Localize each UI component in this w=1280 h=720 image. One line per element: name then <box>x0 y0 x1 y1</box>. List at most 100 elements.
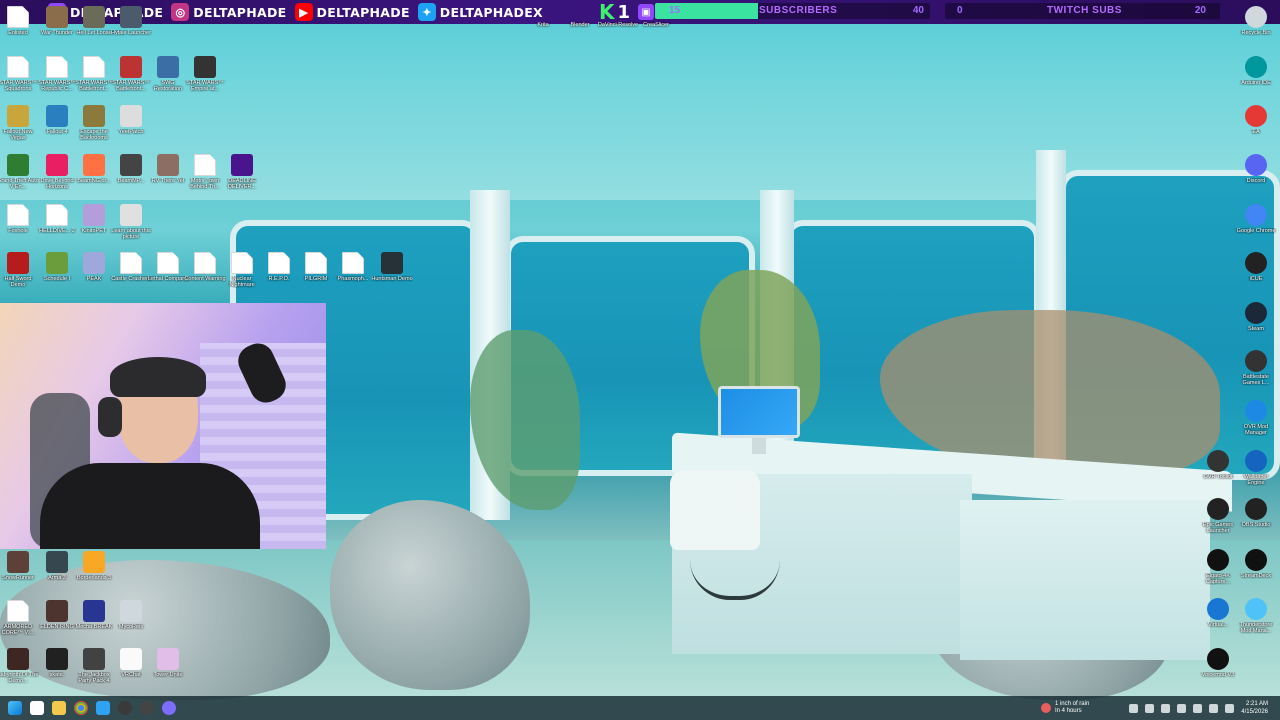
app-icon <box>46 551 68 573</box>
desktop-icon[interactable]: SnowRunner <box>0 551 38 581</box>
desktop-icon[interactable]: Thunderstore Mod Mana... <box>1236 598 1276 634</box>
weather-icon[interactable] <box>1040 703 1051 713</box>
desktop-icon[interactable]: R.E.P.O. <box>259 252 299 282</box>
desktop-icon[interactable]: Lethal Company <box>148 252 188 282</box>
obs-icon[interactable] <box>140 701 154 715</box>
desktop-icon[interactable]: BeamMP... <box>111 154 151 184</box>
desktop-icon[interactable]: OVR Mod Manager <box>1236 400 1276 436</box>
desktop-icon[interactable]: ELDEN RING <box>37 600 77 630</box>
start-icon[interactable] <box>8 701 22 715</box>
app-icon <box>7 648 29 670</box>
desktop-icon[interactable]: Labyrinth Of The Demo... <box>0 648 38 684</box>
desktop-icon[interactable]: STAR WARS™ Battlefront... <box>74 56 114 92</box>
desktop-icon[interactable]: Discord <box>1236 154 1276 184</box>
desktop-icon[interactable]: SWG Restoration <box>148 56 188 92</box>
desktop-icon[interactable]: STAR WARS™ Squadrons <box>0 56 38 92</box>
twitch-subs-goal-target: 20 <box>1194 5 1206 16</box>
desktop-icon[interactable]: STAR WARS™ Empire at... <box>185 56 225 92</box>
desktop-icon[interactable]: PEAK <box>74 252 114 282</box>
desktop-icon[interactable]: DEADLINE DELIVER... <box>222 154 262 190</box>
desktop-icon[interactable]: Mecha BREAK <box>74 600 114 630</box>
desktop-icon[interactable]: OVR Toolkit <box>1198 450 1238 480</box>
desktop-icon[interactable]: Nuclear Nightmare <box>222 252 262 288</box>
desktop-icon[interactable]: Escape the Backrooms <box>74 105 114 141</box>
battery-icon[interactable] <box>1225 703 1235 713</box>
desktop-icon[interactable]: YeetPatch <box>111 105 151 135</box>
desktop-icon[interactable]: Arma 3 <box>37 551 77 581</box>
desktop-icon[interactable]: OBS Studio <box>1236 498 1276 528</box>
desktop-icon[interactable]: Borderlands 3 <box>74 551 114 581</box>
tray-app-icon[interactable] <box>1145 703 1155 713</box>
file-icon[interactable] <box>30 701 44 715</box>
desktop-icon[interactable]: Grand Theft Auto V En... <box>0 154 39 190</box>
app-icon <box>231 252 253 274</box>
desktop-icon[interactable]: Fallout New Vegas <box>0 105 38 141</box>
desktop-icon[interactable]: KinitoPET <box>74 204 114 234</box>
desktop-icon[interactable]: EA <box>1236 105 1276 135</box>
desktop-icon[interactable]: PILGRIM <box>296 252 336 282</box>
desktop-icon[interactable]: Voicemod V3 <box>1198 648 1238 678</box>
wallpaper-monitor <box>718 386 800 438</box>
desktop-icon[interactable]: VRChat <box>111 648 151 678</box>
desktop-icon[interactable]: HELLDIVE... 2 <box>37 204 77 234</box>
desktop-icon[interactable]: Phasmoph... <box>333 252 373 282</box>
desktop-icon[interactable]: StreamDeck <box>1236 549 1276 579</box>
desktop-icon[interactable]: Epic Games Launcher <box>1198 498 1238 534</box>
desktop-icon[interactable]: RV There Yet <box>148 154 188 184</box>
chrome-icon[interactable] <box>74 701 88 715</box>
desktop-icon[interactable]: Schedule I <box>37 252 77 282</box>
desktop-icon[interactable]: Virtual... <box>1198 598 1238 628</box>
desktop-icon[interactable]: Drive Beyond Horizons <box>37 154 77 190</box>
desktop-icon-label: PILGRIM <box>304 276 328 282</box>
desktop-icon[interactable]: Half Sword Demo <box>0 252 38 288</box>
desktop-icon[interactable]: Enlisted <box>0 6 38 36</box>
tray-chevron-icon[interactable] <box>1129 703 1139 713</box>
discord-icon[interactable] <box>162 701 176 715</box>
network-icon[interactable] <box>1193 703 1203 713</box>
desktop-icon[interactable]: Steam <box>1236 302 1276 332</box>
desktop-icon[interactable]: skate. <box>37 648 77 678</box>
desktop-icon[interactable]: STAR WARS™ Republic C... <box>37 56 77 92</box>
checkmark-icon[interactable] <box>96 701 110 715</box>
app-icon <box>120 105 142 127</box>
desktop-icon[interactable]: Castle Crashers <box>111 252 151 282</box>
desktop-icon[interactable]: Wallpaper Engine <box>1236 450 1276 486</box>
desktop-icon[interactable]: War Thunder <box>37 6 77 36</box>
desktop-icon[interactable]: STAR WARS™ Battlefront... <box>111 56 151 92</box>
folder-icon[interactable] <box>52 701 66 715</box>
desktop-icon[interactable]: DaVinci Resolve <box>598 20 638 28</box>
desktop-icon[interactable]: iCUE <box>1236 252 1276 282</box>
desktop-icon[interactable]: Foxhole <box>0 204 38 234</box>
tray-app-icon[interactable] <box>1161 703 1171 713</box>
weather-widget[interactable]: 1 inch of rain In 4 hours <box>1055 701 1089 715</box>
desktop-icon[interactable]: Content Warning <box>184 252 226 282</box>
desktop-icon[interactable]: Huntsman Demo <box>371 252 413 282</box>
desktop-icon[interactable]: Battlestate Games L... <box>1236 350 1276 386</box>
desktop-icon[interactable]: The Jackbox Party Pack 4 <box>74 648 114 684</box>
desktop-icon[interactable]: CreaSlicer <box>636 20 676 28</box>
desktop-icon[interactable]: MycoReis <box>111 600 151 630</box>
desktop-icon[interactable]: Motor Town Behind Th... <box>185 154 225 190</box>
location-icon[interactable] <box>1177 703 1187 713</box>
app-icon <box>231 154 253 176</box>
desktop-icon[interactable]: ARMORED CORE™ VI... <box>0 600 38 636</box>
desktop-icon[interactable]: Fallout 4 <box>37 105 77 135</box>
desktop-icon[interactable]: BeamNG.dr... <box>74 154 114 184</box>
twitter-icon: ✦ <box>417 3 436 21</box>
desktop-icon[interactable]: Hell Let Loose <box>74 6 114 36</box>
desktop-icon-label: Lethal Company <box>147 276 189 282</box>
desktop-icon[interactable]: Elgato 4K Capture... <box>1198 549 1238 585</box>
desktop-icon[interactable]: Learn about this picture <box>111 204 151 240</box>
desktop-icon[interactable]: Arduino IDE <box>1236 56 1276 86</box>
desktop-icon[interactable]: Krita <box>523 20 563 28</box>
volume-icon[interactable] <box>1209 703 1219 713</box>
app-icon[interactable] <box>118 701 132 715</box>
desktop-icon[interactable]: Hytale Launcher <box>111 6 151 36</box>
desktop-icon-label: Nuclear Nightmare <box>229 276 255 288</box>
desktop-icon[interactable]: Google Chrome <box>1236 204 1276 234</box>
app-icon <box>120 648 142 670</box>
desktop-icon[interactable]: Recycle Bin <box>1236 6 1276 36</box>
desktop-icon[interactable]: Tower Unite <box>148 648 188 678</box>
clock[interactable]: 2:21 AM 4/15/2026 <box>1241 700 1268 716</box>
desktop-icon[interactable]: Blender <box>560 20 600 28</box>
